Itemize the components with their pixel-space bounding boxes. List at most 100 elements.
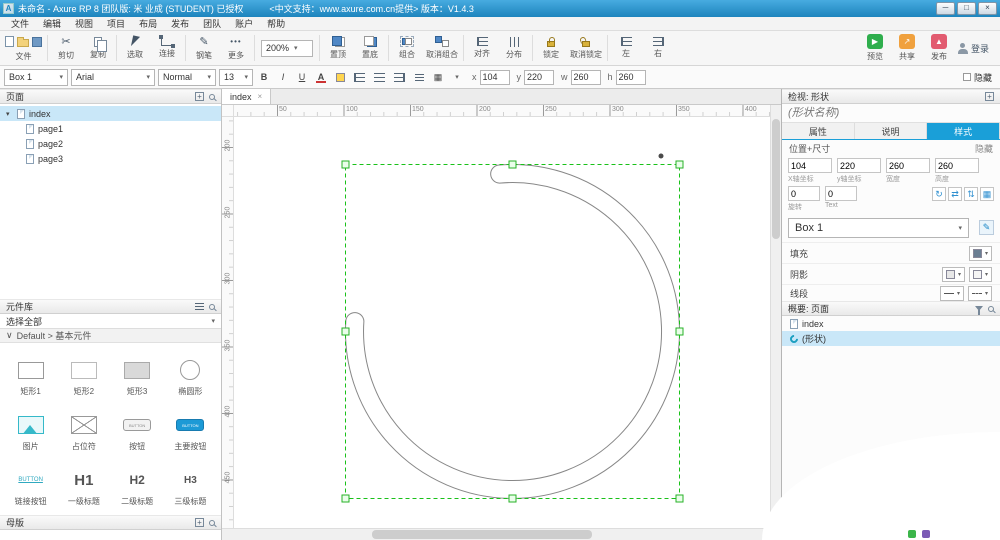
- border-style-button[interactable]: ▦: [430, 69, 446, 85]
- widget-image[interactable]: 图片: [4, 400, 57, 455]
- align-right-button[interactable]: 右: [642, 31, 674, 65]
- underline-button[interactable]: U: [294, 69, 310, 85]
- more-tools-button[interactable]: ••• 更多: [220, 31, 252, 65]
- unlock-button[interactable]: 取消锁定: [567, 31, 605, 65]
- align-button[interactable]: 对齐: [466, 31, 498, 65]
- page-tree-item-page3[interactable]: page3: [0, 151, 221, 166]
- menu-account[interactable]: 账户: [228, 17, 260, 31]
- font-size-select[interactable]: 13 ▾: [219, 68, 253, 86]
- shape-name-input[interactable]: [782, 104, 1000, 123]
- outer-shadow-picker[interactable]: ▾: [941, 266, 965, 282]
- menu-team[interactable]: 团队: [196, 17, 228, 31]
- widget-link-button[interactable]: BUTTON 链接按钮: [4, 455, 57, 510]
- distribute-button[interactable]: 分布: [498, 31, 530, 65]
- widget-primary-button[interactable]: BUTTON 主要按钮: [164, 400, 217, 455]
- share-button[interactable]: ↗ 共享: [891, 31, 923, 65]
- group-button[interactable]: 组合: [391, 31, 423, 65]
- publish-button[interactable]: ▲ 发布: [923, 31, 955, 65]
- arc-shape[interactable]: [345, 164, 680, 499]
- copy-button[interactable]: 复制: [82, 31, 114, 65]
- expander-icon[interactable]: ▾: [6, 110, 13, 118]
- align-right-text-button[interactable]: [391, 69, 408, 85]
- x-coordinate-input[interactable]: [788, 158, 832, 173]
- search-outline-button[interactable]: [988, 305, 994, 312]
- widget-placeholder[interactable]: 占位符: [57, 400, 110, 455]
- grid-snap-button[interactable]: ▦: [980, 187, 994, 201]
- edit-style-button[interactable]: ✎: [979, 219, 994, 235]
- login-button[interactable]: 登录: [955, 31, 992, 65]
- rotate-button[interactable]: ↻: [932, 187, 946, 201]
- widgets-menu-button[interactable]: [195, 303, 204, 310]
- tab-style[interactable]: 样式: [927, 123, 1000, 139]
- widget-button[interactable]: BUTTON 按钮: [111, 400, 164, 455]
- font-select[interactable]: Arial ▾: [71, 68, 155, 86]
- menu-view[interactable]: 视图: [68, 17, 100, 31]
- outline-item-index[interactable]: index: [782, 316, 1000, 331]
- menu-publish[interactable]: 发布: [164, 17, 196, 31]
- inspector-options-button[interactable]: [985, 92, 994, 101]
- zoom-select[interactable]: 200% ▾: [261, 39, 313, 57]
- handle-top-left[interactable]: [341, 160, 350, 169]
- page-tree-item-page2[interactable]: page2: [0, 136, 221, 151]
- add-master-button[interactable]: [195, 518, 204, 527]
- font-color-button[interactable]: A: [313, 69, 329, 85]
- tab-index[interactable]: index ×: [222, 89, 272, 104]
- fill-color-picker[interactable]: ▾: [968, 245, 992, 261]
- hide-link[interactable]: 隐藏: [975, 142, 993, 155]
- cut-button[interactable]: ✂ 剪切: [50, 31, 82, 65]
- width-input[interactable]: [886, 158, 930, 173]
- tab-notes[interactable]: 说明: [854, 123, 928, 139]
- widget-h1[interactable]: H1 一级标题: [57, 455, 110, 510]
- ungroup-button[interactable]: 取消组合: [423, 31, 461, 65]
- scrollbar-thumb[interactable]: [372, 530, 592, 539]
- style-select[interactable]: Box 1 ▾: [4, 68, 68, 86]
- height-input[interactable]: [935, 158, 979, 173]
- align-left-button[interactable]: 左: [610, 31, 642, 65]
- shape-style-select[interactable]: Box 1 ▾: [788, 218, 969, 238]
- page-canvas[interactable]: [234, 117, 770, 528]
- menu-layout[interactable]: 布局: [132, 17, 164, 31]
- bring-to-front-button[interactable]: 置顶: [322, 31, 354, 65]
- h-input[interactable]: [615, 69, 646, 85]
- scrollbar-thumb[interactable]: [772, 119, 780, 239]
- y-input[interactable]: [524, 69, 554, 85]
- handle-bottom-left[interactable]: [341, 494, 350, 503]
- handle-bottom-right[interactable]: [675, 494, 684, 503]
- bold-button[interactable]: B: [256, 69, 272, 85]
- horizontal-scrollbar[interactable]: [222, 528, 770, 540]
- fill-color-button[interactable]: [332, 69, 348, 85]
- widget-ellipse[interactable]: 椭圆形: [164, 345, 217, 400]
- close-button[interactable]: ×: [978, 2, 997, 15]
- widget-h2[interactable]: H2 二级标题: [111, 455, 164, 510]
- line-style-picker[interactable]: ▾: [967, 285, 992, 301]
- inner-shadow-picker[interactable]: ▾: [968, 266, 992, 282]
- handle-top-center[interactable]: [508, 160, 517, 169]
- handle-middle-left[interactable]: [341, 327, 350, 336]
- rotation-handle[interactable]: [658, 153, 664, 159]
- menu-help[interactable]: 帮助: [260, 17, 292, 31]
- minimize-button[interactable]: ─: [936, 2, 955, 15]
- outline-item-shape[interactable]: (形状): [782, 331, 1000, 346]
- bullet-list-button[interactable]: [411, 69, 427, 85]
- lock-button[interactable]: 锁定: [535, 31, 567, 65]
- search-masters-button[interactable]: [209, 519, 215, 526]
- menu-edit[interactable]: 编辑: [36, 17, 68, 31]
- handle-top-right[interactable]: [675, 160, 684, 169]
- hide-checkbox[interactable]: [962, 73, 971, 81]
- flip-horizontal-button[interactable]: ⇄: [948, 187, 962, 201]
- x-input[interactable]: [479, 69, 510, 85]
- menu-project[interactable]: 项目: [100, 17, 132, 31]
- search-pages-button[interactable]: [209, 93, 215, 100]
- menu-file[interactable]: 文件: [4, 17, 36, 31]
- select-tool-button[interactable]: 选取: [119, 31, 151, 65]
- widget-rect3[interactable]: 矩形3: [111, 345, 164, 400]
- w-input[interactable]: [570, 69, 601, 85]
- add-page-button[interactable]: [195, 92, 204, 101]
- widget-h3[interactable]: H3 三级标题: [164, 455, 217, 510]
- handle-middle-right[interactable]: [675, 327, 684, 336]
- pen-tool-button[interactable]: ✎ 钢笔: [188, 31, 220, 65]
- handle-bottom-center[interactable]: [508, 494, 517, 503]
- flip-vertical-button[interactable]: ⇅: [964, 187, 978, 201]
- preview-button[interactable]: ▶ 预览: [859, 31, 891, 65]
- line-width-picker[interactable]: ▾: [939, 285, 964, 301]
